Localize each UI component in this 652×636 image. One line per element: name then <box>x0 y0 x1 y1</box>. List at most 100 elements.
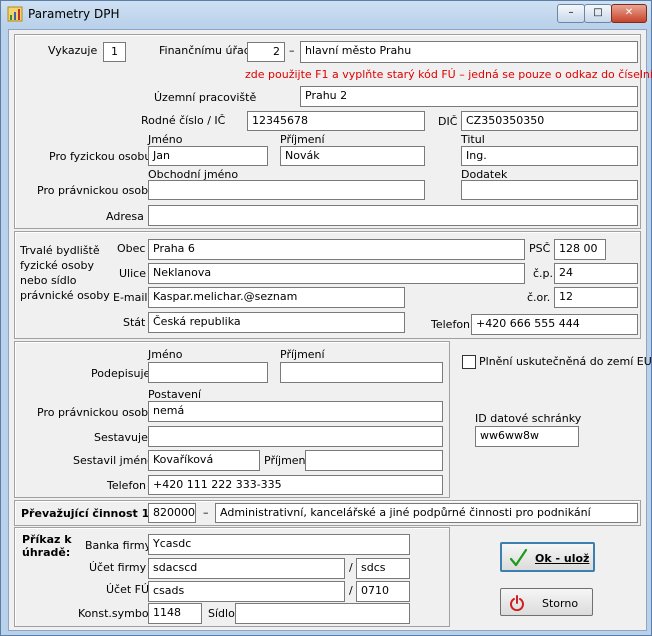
signer-prijmeni2-label: Příjmení <box>264 454 309 467</box>
fyzicka-label: Pro fyzickou osobu <box>49 150 152 163</box>
signer-prijmeni-label: Příjmení <box>280 348 325 361</box>
dialog-client: Vykazuje 1 Finančnímu úřadu 2 – hlavní m… <box>8 29 652 631</box>
jmeno-label: Jméno <box>148 133 183 146</box>
postaveni-input[interactable]: nemá <box>148 401 443 422</box>
email-label: E-mail <box>113 291 148 304</box>
urad-dash: – <box>289 44 295 57</box>
ok-button[interactable]: Ok - ulož <box>500 542 595 572</box>
obec-input[interactable]: Praha 6 <box>148 239 525 260</box>
cinnost-dash: – <box>203 506 209 519</box>
payment-group: Příkaz k úhradě: Banka firmy Ycasdc Účet… <box>14 527 450 627</box>
urad-code-input[interactable]: 2 <box>247 42 285 62</box>
close-button[interactable]: ✕ <box>611 4 647 23</box>
checkmark-icon <box>510 548 528 567</box>
signer-prijmeni2-input[interactable] <box>305 450 443 471</box>
obec-label: Obec <box>117 242 146 255</box>
postaveni-label: Postavení <box>148 388 202 401</box>
cp-input[interactable]: 24 <box>554 263 638 284</box>
storno-button-label: Storno <box>542 597 579 610</box>
dialog-window: Parametry DPH – □ ✕ Vykazuje 1 Finančním… <box>0 0 652 636</box>
address-telefon-label: Telefon <box>431 318 471 331</box>
jmeno-input[interactable]: Jan <box>148 146 268 166</box>
address-telefon-input[interactable]: +420 666 555 444 <box>471 314 638 335</box>
uzemni-input[interactable]: Prahu 2 <box>300 86 638 107</box>
address-group: Trvalé bydliště fyzické osoby nebo sídlo… <box>14 231 641 339</box>
ulice-input[interactable]: Neklanova <box>148 263 525 284</box>
address-title-2: fyzické osoby <box>20 259 94 272</box>
prijmeni-label: Příjmení <box>280 133 325 146</box>
address-title-4: právnické osoby <box>20 289 110 302</box>
minimize-button[interactable]: – <box>557 4 585 23</box>
adresa-input[interactable] <box>148 205 638 226</box>
stat-input[interactable]: Česká republika <box>148 312 405 333</box>
cor-label: č.or. <box>527 291 551 304</box>
prijmeni-input[interactable]: Novák <box>280 146 425 166</box>
pravnicka-label: Pro právnickou osobu <box>37 184 156 197</box>
cinnost-label: Převažující činnost 1: <box>21 507 154 520</box>
payment-title-2: úhradě: <box>22 546 71 559</box>
cinnost-input[interactable]: Administrativní, kancelářské a jiné podp… <box>215 503 638 523</box>
eu-checkbox[interactable] <box>462 355 476 369</box>
uzemni-label: Územní pracoviště <box>154 91 257 104</box>
address-title-3: nebo sídlo <box>20 274 77 287</box>
ks-label: Konst.symbol <box>78 607 152 620</box>
maximize-button[interactable]: □ <box>584 4 612 23</box>
ucetfu-bank-input[interactable]: 0710 <box>356 581 410 602</box>
ucet-input[interactable]: sdacscd <box>148 558 345 579</box>
rc-input[interactable]: 12345678 <box>247 111 425 131</box>
podepisuje-jmeno-input[interactable] <box>148 362 268 383</box>
rc-label: Rodné číslo / IČ <box>141 114 226 127</box>
title-bar[interactable]: Parametry DPH – □ ✕ <box>1 1 651 27</box>
ucetfu-label: Účet FÚ <box>106 583 150 596</box>
banka-label: Banka firmy <box>85 539 152 552</box>
signer-telefon-label: Telefon <box>107 479 147 492</box>
sidlo-input[interactable] <box>235 603 410 624</box>
ucet-bank-input[interactable]: sdcs <box>356 558 410 579</box>
podepisuje-label: Podepisuje <box>91 367 151 380</box>
window-title: Parametry DPH <box>28 7 120 21</box>
email-input[interactable]: Kaspar.melichar.@seznam <box>148 287 405 308</box>
ok-button-label: Ok - ulož <box>535 552 590 565</box>
address-title-1: Trvalé bydliště <box>20 244 100 257</box>
vykazuje-input[interactable]: 1 <box>103 42 126 62</box>
titul-label: Titul <box>461 133 485 146</box>
banka-input[interactable]: Ycasdc <box>148 534 410 555</box>
urad-name-input[interactable]: hlavní město Prahu <box>300 41 638 63</box>
signer-jmeno-label: Jméno <box>148 348 183 361</box>
obchodni-input[interactable] <box>148 180 425 200</box>
signer-telefon-input[interactable]: +420 111 222 333-335 <box>148 475 443 495</box>
datova-label: ID datové schránky <box>475 412 582 425</box>
psc-label: PSČ <box>529 242 551 255</box>
storno-button[interactable]: Storno <box>500 588 593 616</box>
sestavil-label: Sestavil jméno <box>73 454 154 467</box>
signer-pravnicka-label: Pro právnickou osobu <box>37 406 156 419</box>
ulice-label: Ulice <box>119 267 146 280</box>
ucet-label: Účet firmy <box>89 561 147 574</box>
ucetfu-slash: / <box>349 584 353 597</box>
eu-label: Plnění uskutečněná do zemí EU <box>479 355 652 368</box>
cor-input[interactable]: 12 <box>554 287 638 308</box>
urad-label: Finančnímu úřadu <box>159 44 258 57</box>
signer-group: Jméno Příjmení Podepisuje Postavení Pro … <box>14 341 450 498</box>
sestavil-input[interactable]: Kovaříková <box>148 450 260 471</box>
dic-label: DIČ <box>438 115 458 128</box>
ucet-slash: / <box>349 561 353 574</box>
adresa-label: Adresa <box>106 210 144 223</box>
titul-input[interactable]: Ing. <box>461 146 638 166</box>
sestavuje-input[interactable] <box>148 426 443 447</box>
dic-input[interactable]: CZ350350350 <box>461 111 638 131</box>
datova-input[interactable]: ww6ww8w <box>475 426 579 447</box>
podepisuje-prijmeni-input[interactable] <box>280 362 443 383</box>
ks-input[interactable]: 1148 <box>148 603 202 624</box>
cp-label: č.p. <box>533 267 554 280</box>
sestavuje-label: Sestavuje <box>94 431 148 444</box>
psc-input[interactable]: 128 00 <box>554 239 606 260</box>
stat-label: Stát <box>123 316 146 329</box>
urad-warning: zde použijte F1 a vyplňte starý kód FÚ –… <box>245 68 652 81</box>
vykazuje-label: Vykazuje <box>48 44 98 57</box>
dodatek-input[interactable] <box>461 180 638 200</box>
ucetfu-input[interactable]: csads <box>148 581 345 602</box>
power-icon <box>510 595 524 611</box>
cinnost-code-input[interactable]: 820000 <box>148 503 196 523</box>
taxpayer-group: Vykazuje 1 Finančnímu úřadu 2 – hlavní m… <box>14 34 652 229</box>
